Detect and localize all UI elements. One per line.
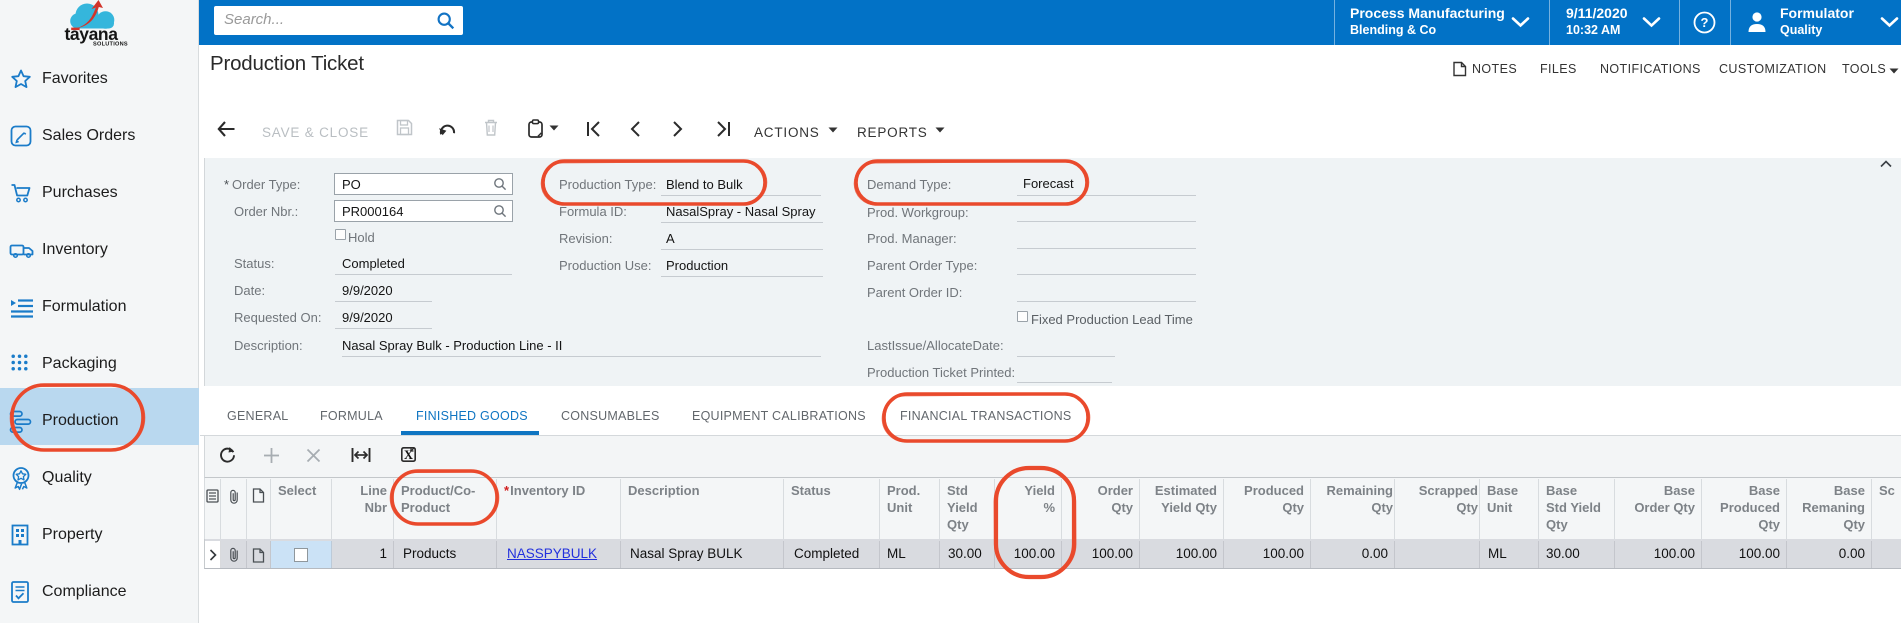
svg-text:?: ? — [1701, 15, 1709, 30]
svg-text:SOLUTIONS: SOLUTIONS — [93, 41, 128, 47]
